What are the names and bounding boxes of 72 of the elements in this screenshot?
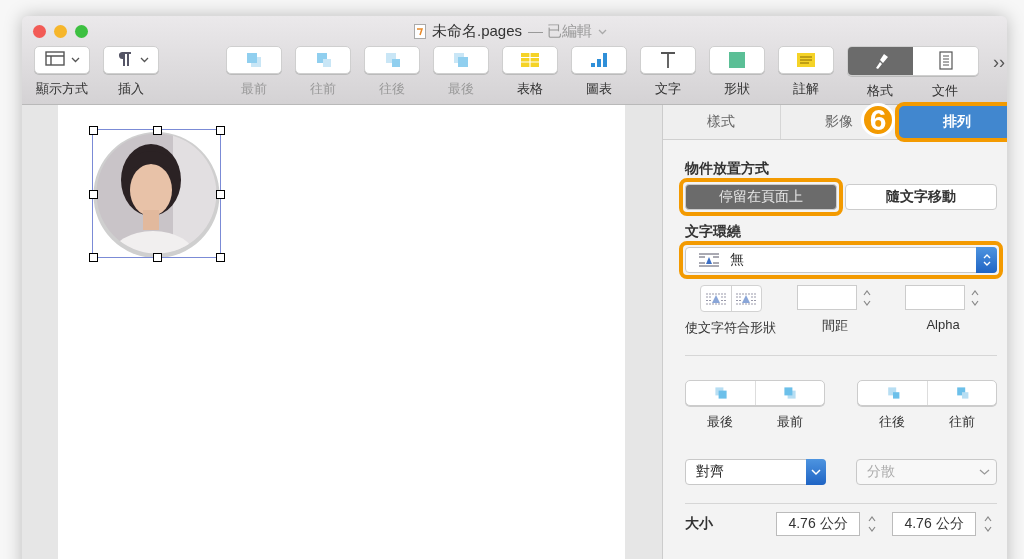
window-title: 未命名.pages [432, 22, 523, 41]
alpha-field[interactable] [905, 285, 965, 310]
toolbar-label: 表格 [517, 80, 543, 98]
text-icon [658, 50, 678, 70]
chevron-down-icon [979, 468, 990, 476]
toolbar-label: 顯示方式 [36, 80, 88, 98]
toolbar-button[interactable] [103, 46, 159, 74]
panel-toggle[interactable] [847, 46, 979, 76]
toolbar-button[interactable] [571, 46, 627, 74]
toolbar-label: 格式 [865, 82, 894, 100]
minimize-button[interactable] [54, 24, 67, 38]
toolbar-label: 往後 [379, 80, 405, 98]
button-label: 往前 [948, 413, 976, 431]
placement-option[interactable]: 隨文字移動 [845, 184, 997, 210]
section-title: 大小 [685, 515, 714, 533]
toolbar-label: 圖表 [586, 80, 612, 98]
toolbar-label: 形狀 [724, 80, 750, 98]
bar-chart-icon [589, 50, 609, 70]
stepper-icon [976, 247, 997, 273]
wrap-icon [698, 253, 720, 267]
spacing-field[interactable] [797, 285, 857, 310]
toolbar-label: 最前 [241, 80, 267, 98]
close-button[interactable] [33, 24, 46, 38]
inspector-tab[interactable]: 排列 [898, 105, 1007, 139]
resize-handle[interactable] [216, 253, 225, 262]
width-field[interactable]: 4.76 公分 [776, 512, 860, 536]
layers-icon [781, 385, 799, 401]
resize-handle[interactable] [89, 126, 98, 135]
toolbar-label: 文件 [930, 82, 959, 100]
inspector-tab[interactable]: 樣式 [663, 105, 781, 139]
layer-button-group[interactable] [685, 380, 825, 406]
field-label: 間距 [822, 317, 848, 335]
toolbar-label: 註解 [793, 80, 819, 98]
document-icon [414, 24, 426, 39]
align-select[interactable]: 對齊 [685, 459, 826, 485]
height-field[interactable]: 4.76 公分 [892, 512, 976, 536]
section-title: 物件放置方式 [685, 160, 770, 178]
chevron-down-icon [806, 459, 826, 485]
toolbar-label: 文字 [655, 80, 681, 98]
layer-button-group[interactable] [857, 380, 997, 406]
resize-handle[interactable] [152, 253, 162, 262]
zoom-button[interactable] [75, 24, 88, 38]
button-label: 最前 [776, 413, 804, 431]
field-label: 使文字符合形狀 [685, 319, 776, 337]
toolbar-label: 最後 [448, 80, 474, 98]
wrap-icon [735, 292, 757, 305]
wrap-icon [704, 292, 727, 305]
edited-status: — 已編輯 [528, 22, 593, 41]
table-icon [520, 50, 540, 70]
toolbar-label: 插入 [118, 80, 144, 98]
resize-handle[interactable] [152, 126, 162, 135]
document-button[interactable] [913, 47, 978, 75]
toolbar-button[interactable] [34, 46, 90, 74]
field-label: Alpha [926, 317, 960, 332]
note-icon [796, 50, 816, 70]
placement-option[interactable]: 停留在頁面上 [685, 184, 837, 210]
button-label: 往後 [878, 413, 906, 431]
resize-handle[interactable] [216, 189, 225, 199]
resize-handle[interactable] [89, 189, 98, 199]
button-label: 最後 [706, 413, 734, 431]
chevron-down-icon[interactable] [598, 28, 608, 35]
toolbar-label: 往前 [310, 80, 336, 98]
layers-icon [244, 50, 264, 70]
resize-handle[interactable] [89, 253, 98, 262]
format-button[interactable] [848, 47, 913, 75]
wrap-select[interactable]: 無 [685, 247, 997, 273]
layers-icon [451, 50, 471, 70]
resize-handle[interactable] [216, 126, 225, 135]
more-button[interactable]: ›› [993, 52, 1005, 73]
square-icon [727, 50, 747, 70]
section-title: 文字環繞 [685, 223, 742, 241]
toolbar-button[interactable] [640, 46, 696, 74]
